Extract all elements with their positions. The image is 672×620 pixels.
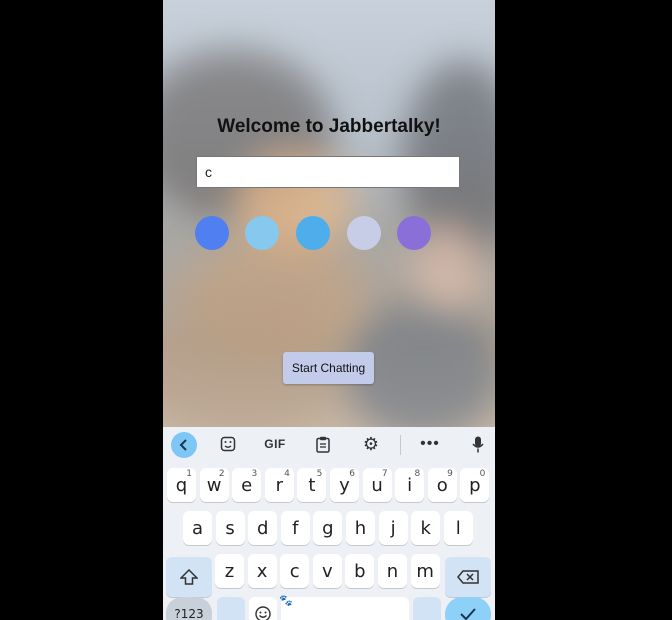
name-input[interactable] — [196, 156, 460, 188]
key-hint: 2 — [218, 469, 225, 479]
chevron-left-icon[interactable] — [171, 432, 197, 458]
background-photo: Welcome to Jabbertalky! Start Chatting — [163, 0, 495, 427]
keyboard-toolbar: GIF ⚙ ••• — [163, 427, 495, 463]
key-v[interactable]: v — [312, 554, 342, 588]
key-f[interactable]: f — [280, 511, 310, 545]
key-z[interactable]: z — [215, 554, 244, 588]
key-hint: 1 — [186, 469, 192, 479]
key-q[interactable]: q1 — [167, 468, 196, 502]
key-k[interactable]: k — [411, 511, 441, 545]
color-option-lavender[interactable] — [347, 216, 381, 250]
key-label: a — [191, 517, 204, 539]
key-hint: 8 — [414, 469, 421, 479]
key-label: k — [420, 517, 431, 539]
microphone-icon[interactable] — [464, 430, 492, 458]
key-x[interactable]: x — [247, 554, 277, 588]
key-u[interactable]: u7 — [362, 468, 392, 502]
key-y[interactable]: y6 — [330, 468, 359, 502]
key-t[interactable]: t5 — [297, 468, 327, 502]
key-m[interactable]: m — [410, 554, 440, 588]
key-label: t — [308, 474, 316, 496]
key-hint: 5 — [316, 469, 323, 479]
key-label: n — [386, 560, 399, 582]
key-l[interactable]: l — [443, 511, 473, 545]
key-r[interactable]: r4 — [264, 468, 294, 502]
key-label: b — [354, 560, 366, 582]
color-option-sky-blue[interactable] — [296, 216, 330, 250]
key-n[interactable]: n — [378, 554, 407, 588]
enter-key[interactable] — [445, 597, 491, 620]
key-label: f — [292, 517, 299, 539]
color-picker — [195, 216, 465, 250]
sticker-icon[interactable] — [214, 430, 242, 458]
key-s[interactable]: s — [215, 511, 245, 545]
key-label: d — [256, 517, 269, 539]
space-key[interactable]: 🐾 — [279, 594, 409, 620]
key-label: l — [455, 517, 461, 539]
key-label: v — [321, 560, 333, 582]
page-title: Welcome to Jabbertalky! — [217, 116, 441, 137]
gif-button[interactable]: GIF — [260, 430, 290, 458]
symbols-key[interactable]: ?123 — [166, 597, 212, 620]
key-c[interactable]: c — [280, 554, 310, 588]
period-key[interactable] — [413, 597, 441, 620]
key-g[interactable]: g — [313, 511, 343, 545]
key-hint: 3 — [251, 469, 258, 479]
emoji-icon[interactable] — [249, 597, 277, 620]
color-option-blue[interactable] — [195, 216, 229, 250]
key-w[interactable]: w2 — [199, 468, 229, 502]
key-hint: 6 — [349, 469, 355, 479]
key-i[interactable]: i8 — [395, 468, 425, 502]
key-b[interactable]: b — [345, 554, 375, 588]
key-h[interactable]: h — [346, 511, 375, 545]
key-label: x — [256, 560, 268, 582]
key-p[interactable]: p0 — [460, 468, 490, 502]
backspace-key[interactable] — [445, 557, 491, 597]
key-hint: 4 — [284, 469, 290, 479]
key-a[interactable]: a — [183, 511, 212, 545]
key-label: h — [354, 517, 367, 539]
key-e[interactable]: e3 — [232, 468, 262, 502]
paw-icon: 🐾 — [279, 594, 293, 607]
key-label: s — [225, 517, 235, 539]
key-label: r — [275, 474, 283, 496]
key-label: y — [339, 474, 350, 496]
key-label: i — [407, 474, 413, 496]
key-label: c — [289, 560, 300, 582]
start-chatting-button[interactable]: Start Chatting — [283, 352, 374, 384]
key-label: m — [416, 560, 434, 582]
on-screen-keyboard: GIF ⚙ ••• ?123 🐾 q 1 w 2 e 3 r 4 t 5 y 6… — [163, 427, 495, 620]
key-hint: 7 — [381, 469, 388, 479]
phone-screen: Welcome to Jabbertalky! Start Chatting G… — [163, 0, 495, 620]
key-j[interactable]: j — [378, 511, 408, 545]
clipboard-icon[interactable] — [309, 430, 337, 458]
key-label: j — [390, 517, 396, 539]
key-label: z — [224, 560, 235, 582]
comma-key[interactable] — [217, 597, 245, 620]
shift-key[interactable] — [166, 557, 212, 597]
key-label: g — [322, 517, 334, 539]
key-hint: 0 — [479, 469, 486, 479]
key-d[interactable]: d — [248, 511, 278, 545]
key-hint: 9 — [447, 469, 453, 479]
toolbar-divider — [400, 435, 401, 455]
key-o[interactable]: o9 — [427, 468, 457, 502]
color-option-purple[interactable] — [397, 216, 431, 250]
more-icon[interactable]: ••• — [416, 430, 444, 458]
color-option-light-blue[interactable] — [245, 216, 279, 250]
gear-icon[interactable]: ⚙ — [357, 430, 385, 458]
